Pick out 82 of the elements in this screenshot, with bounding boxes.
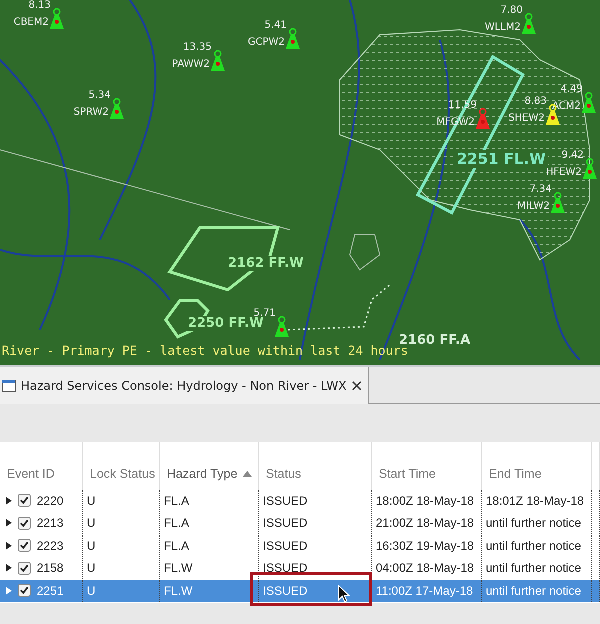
table-cell: FL.A	[160, 535, 259, 556]
gauge-id: SPRW2	[74, 107, 109, 118]
hazard-label: 2162 FF.W	[226, 256, 306, 271]
table-cell: 2251	[37, 584, 64, 598]
gauge-value: 5.41	[264, 20, 287, 31]
expand-arrow-icon[interactable]	[6, 519, 12, 528]
gauge-value: 9.42	[560, 150, 584, 161]
table-row[interactable]: 2220 U FL.A ISSUED 18:00Z 18-May-18 18:01Z 18-May-18	[0, 490, 600, 512]
table-cell: 11:00Z 17-May-18	[372, 580, 482, 602]
column-header[interactable]: Lock Status	[83, 442, 160, 490]
gauge-value: 8.83	[524, 96, 547, 107]
gauge-value: 5.34	[88, 90, 111, 101]
table-cell: 21:00Z 18-May-18	[372, 512, 482, 534]
checkbox[interactable]	[18, 539, 31, 552]
gauge-marker-icon[interactable]	[522, 13, 536, 35]
table-cell: ISSUED	[259, 512, 372, 534]
gauge-marker-icon[interactable]	[211, 50, 225, 72]
gauge-id: GCPW2	[248, 37, 285, 48]
table-cell: until further notice	[482, 512, 592, 534]
gauge-value: 8.13	[28, 0, 51, 11]
table-cell: U	[83, 490, 160, 512]
table-cell: U	[83, 558, 160, 579]
column-header[interactable]: Event ID	[0, 442, 83, 490]
gauge-marker-icon[interactable]	[50, 8, 64, 30]
console-tab[interactable]: Hazard Services Console: Hydrology - Non River - LWX	[0, 367, 369, 404]
gauge-id: CBEM2	[14, 17, 49, 28]
table-cell: ISSUED	[259, 535, 372, 556]
expand-arrow-icon[interactable]	[6, 564, 12, 572]
gauge-value: 5.71	[254, 308, 276, 319]
table-cell: U	[83, 580, 160, 602]
table-cell: 2213	[37, 516, 64, 530]
table-cell: U	[83, 512, 160, 534]
gauge-id: HFEW2	[546, 167, 582, 178]
gauge-id: WLLM2	[484, 22, 521, 33]
column-header[interactable]: Start Time	[372, 442, 482, 490]
gauge-marker-icon[interactable]	[476, 108, 490, 130]
table-cell: 2223	[37, 538, 64, 553]
gauge-marker-icon[interactable]	[286, 28, 300, 50]
hazard-label: 2251 FL.W	[455, 150, 548, 168]
checkbox[interactable]	[18, 494, 31, 508]
table-cell: until further notice	[482, 580, 592, 602]
tab-title: Hazard Services Console: Hydrology - Non River - LWX	[21, 378, 347, 392]
gauge-marker-icon[interactable]	[551, 192, 565, 214]
table-cell: 2158	[37, 561, 64, 576]
table-cell: U	[83, 535, 160, 556]
gauge-marker-icon[interactable]	[582, 92, 596, 114]
table-cell: 18:01Z 18-May-18	[482, 490, 592, 512]
table-cell: until further notice	[482, 535, 592, 556]
close-icon[interactable]	[352, 380, 362, 390]
column-header[interactable]: Status	[259, 442, 372, 490]
column-header[interactable]: End Time	[482, 442, 592, 490]
table-cell: 16:30Z 19-May-18	[372, 535, 482, 556]
window-icon	[2, 380, 16, 392]
table-row[interactable]: 2223 U FL.A ISSUED 16:30Z 19-May-18 until further notice	[0, 535, 600, 558]
gauge-value: 7.80	[500, 5, 523, 16]
checkbox[interactable]	[18, 516, 31, 530]
column-header[interactable]: Hazard Type	[160, 442, 259, 490]
mouse-pointer-icon	[338, 585, 350, 603]
gauge-id: SHEW2	[508, 113, 545, 124]
table-row[interactable]: 2213 U FL.A ISSUED 21:00Z 18-May-18 until further notice	[0, 512, 600, 535]
table-cell: until further notice	[482, 558, 592, 579]
gauge-marker-icon[interactable]	[275, 316, 289, 338]
gauge-value: 7.34	[528, 184, 552, 195]
hazard-label: 2250 FF.W	[186, 316, 266, 331]
table-cell: 2220	[37, 494, 64, 508]
gauge-id: PAWW2	[172, 59, 210, 70]
gauge-value: 13.35	[182, 42, 212, 53]
table-cell: FL.W	[160, 580, 259, 602]
checkbox[interactable]	[18, 562, 31, 575]
table-cell: ISSUED	[259, 490, 372, 512]
checkbox[interactable]	[18, 584, 31, 598]
table-cell: ISSUED	[259, 558, 372, 579]
table-cell: FL.A	[160, 512, 259, 534]
table-cell: FL.A	[160, 490, 259, 512]
expand-arrow-icon[interactable]	[6, 542, 12, 550]
gauge-marker-icon[interactable]	[110, 98, 124, 120]
table-cell: 04:00Z 18-May-18	[372, 558, 482, 579]
expand-arrow-icon[interactable]	[6, 496, 12, 505]
gauge-marker-icon[interactable]	[583, 158, 597, 180]
table-cell: FL.W	[160, 558, 259, 579]
table-cell: 18:00Z 18-May-18	[372, 490, 482, 512]
gauge-id: MILW2	[518, 201, 550, 212]
